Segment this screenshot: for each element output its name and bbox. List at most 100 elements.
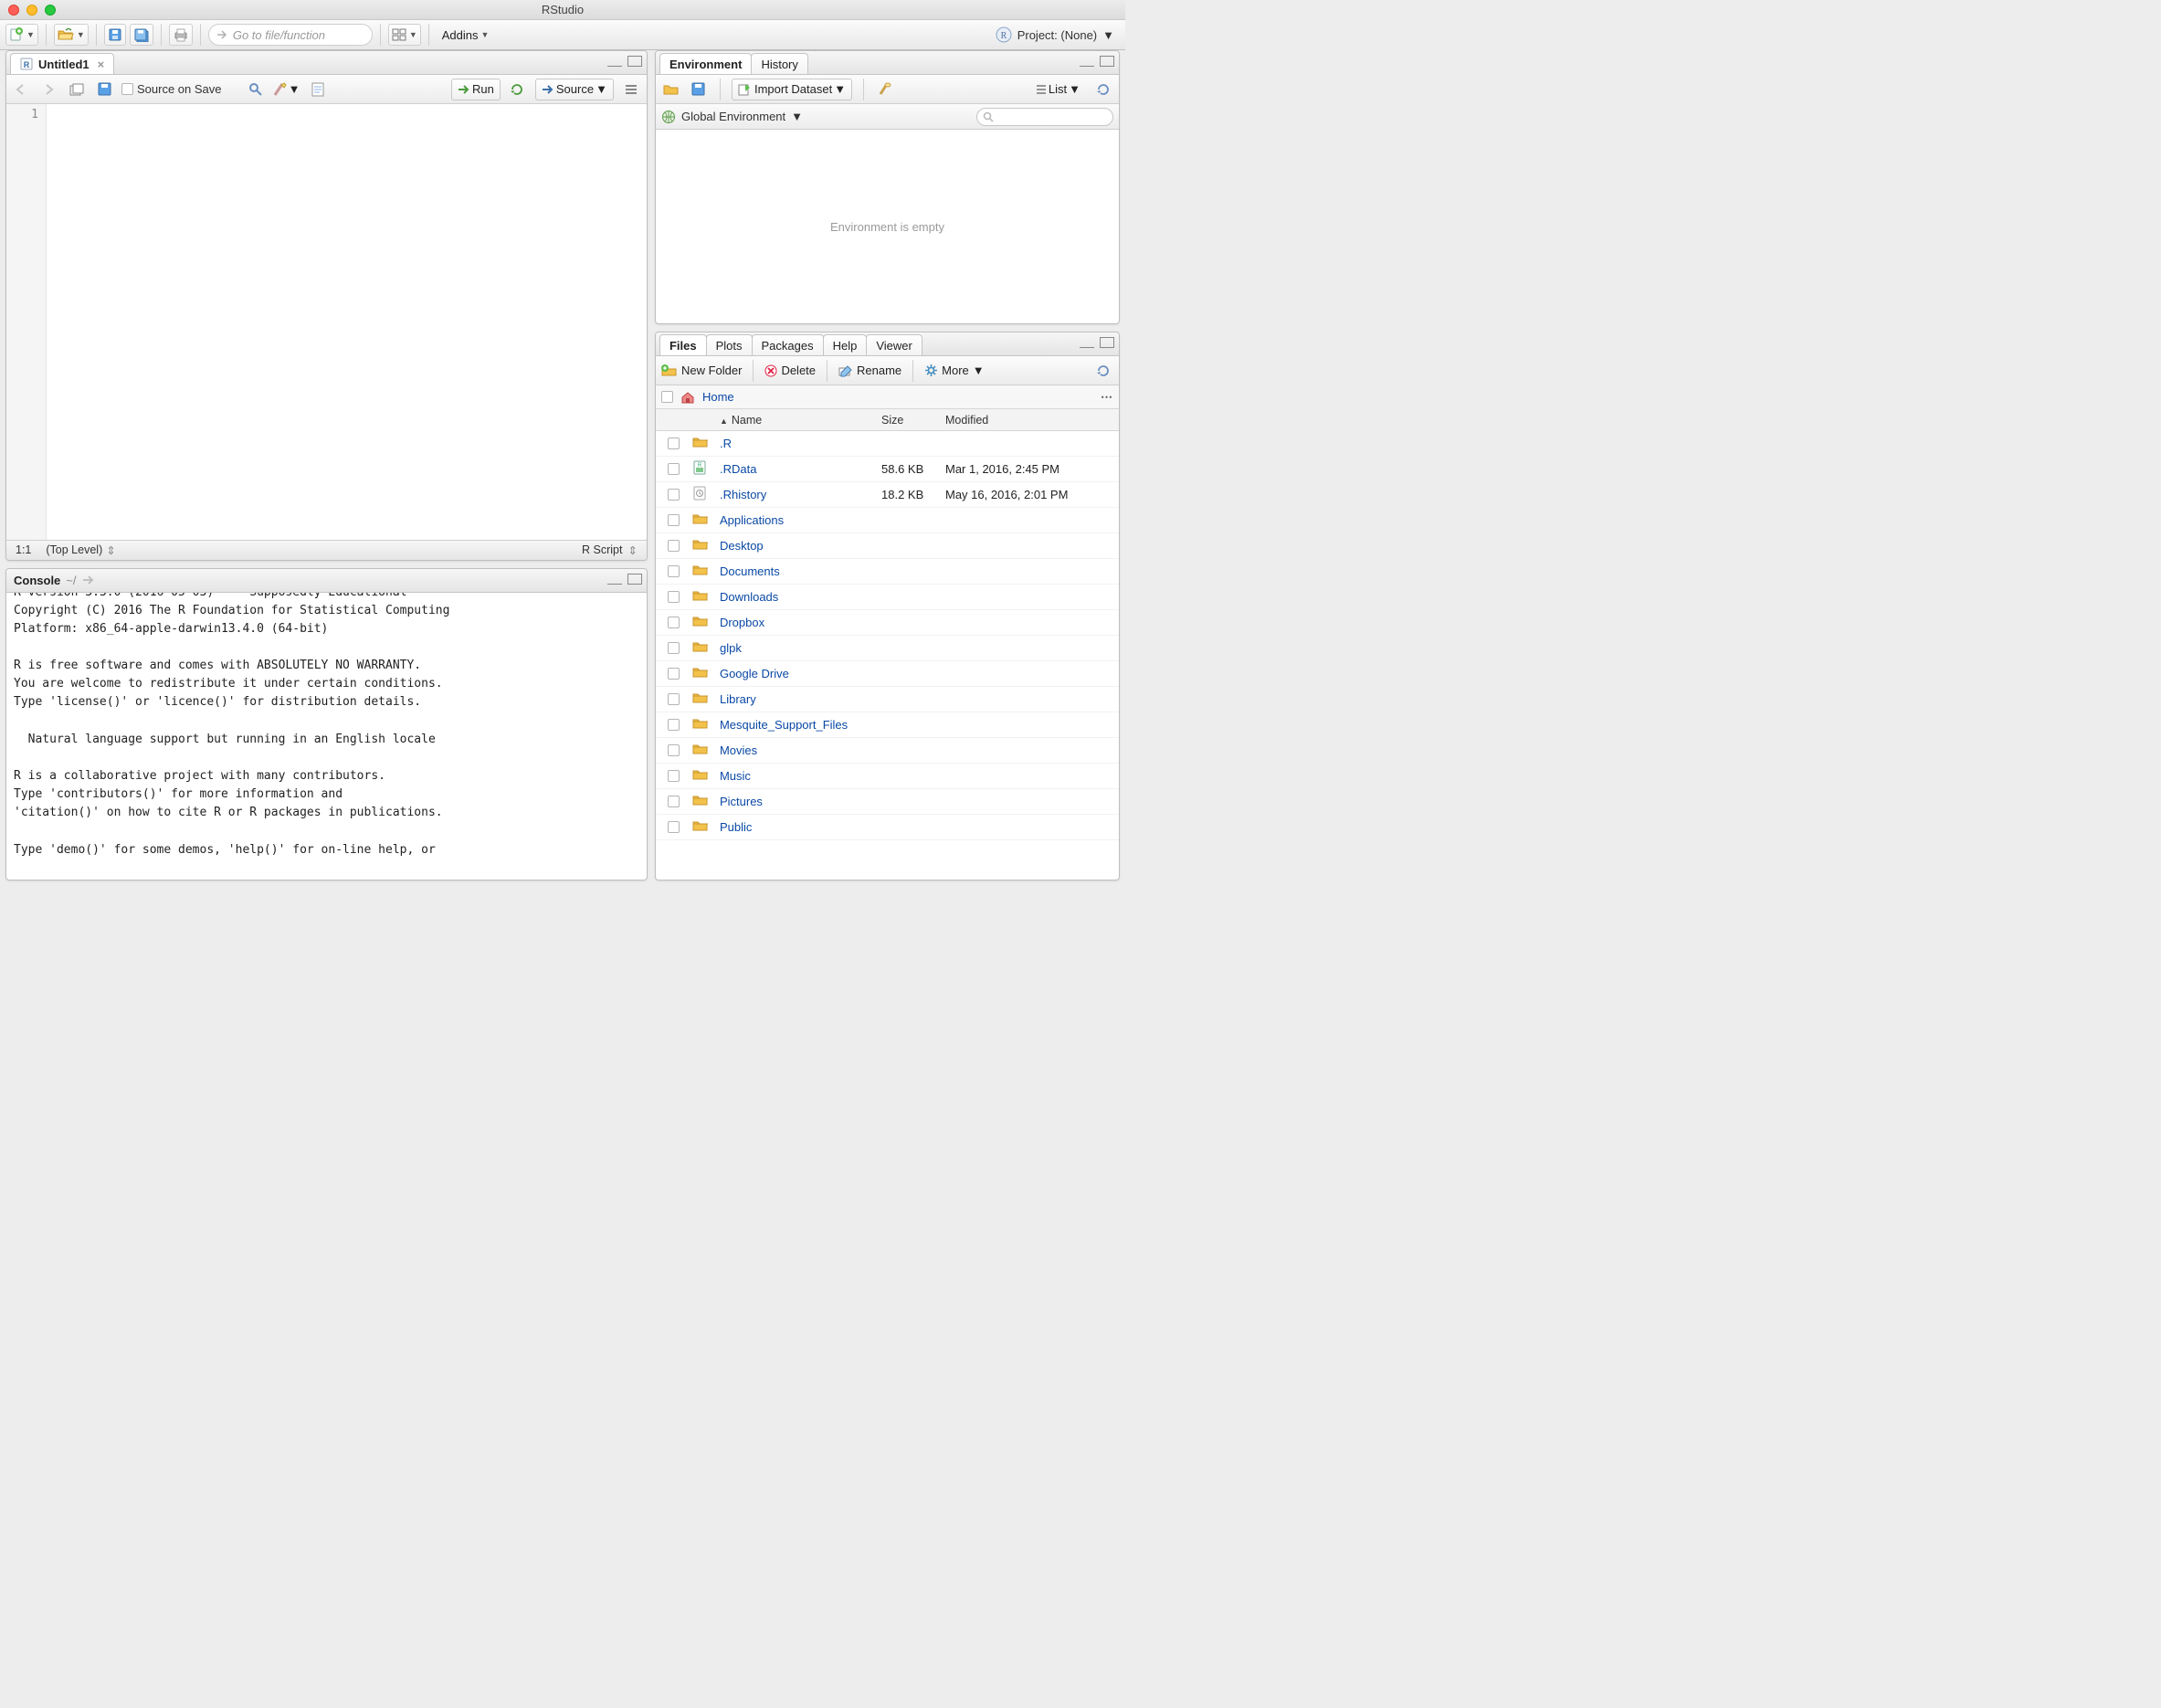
- find-replace-icon[interactable]: [246, 79, 266, 100]
- maximize-pane-icon[interactable]: [1100, 56, 1114, 67]
- rename-button[interactable]: Rename: [838, 364, 901, 377]
- file-name-link[interactable]: Mesquite_Support_Files: [720, 718, 848, 732]
- file-row[interactable]: Desktop: [656, 533, 1119, 559]
- goto-file-function-input[interactable]: Go to file/function: [208, 24, 373, 46]
- file-row[interactable]: Google Drive: [656, 661, 1119, 687]
- minimize-pane-icon[interactable]: [1080, 337, 1094, 348]
- file-row[interactable]: Pictures: [656, 789, 1119, 815]
- column-name[interactable]: ▲Name: [718, 414, 881, 427]
- column-modified[interactable]: Modified: [945, 414, 1119, 427]
- file-name-link[interactable]: Downloads: [720, 590, 778, 604]
- file-name-link[interactable]: Documents: [720, 564, 780, 578]
- scope-selector[interactable]: (Top Level)⇕: [46, 543, 115, 557]
- file-name-link[interactable]: Google Drive: [720, 667, 789, 680]
- row-checkbox[interactable]: [668, 693, 680, 705]
- file-row[interactable]: Documents: [656, 559, 1119, 585]
- row-checkbox[interactable]: [668, 719, 680, 731]
- file-row[interactable]: Movies: [656, 738, 1119, 764]
- nav-forward-icon[interactable]: [39, 79, 59, 100]
- tab-help[interactable]: Help: [823, 334, 868, 355]
- more-menu[interactable]: More▼: [924, 364, 985, 377]
- row-checkbox[interactable]: [668, 540, 680, 552]
- run-button[interactable]: Run: [451, 79, 501, 100]
- refresh-icon[interactable]: [1093, 79, 1113, 100]
- file-row[interactable]: glpk: [656, 636, 1119, 661]
- print-button[interactable]: [169, 24, 193, 46]
- tab-viewer[interactable]: Viewer: [866, 334, 922, 355]
- row-checkbox[interactable]: [668, 489, 680, 501]
- cursor-position[interactable]: 1:1: [16, 543, 31, 556]
- env-search-input[interactable]: [976, 108, 1113, 126]
- addins-menu[interactable]: Addins ▼: [437, 24, 495, 46]
- nav-back-icon[interactable]: [12, 79, 32, 100]
- minimize-pane-icon[interactable]: [607, 574, 622, 585]
- column-size[interactable]: Size: [881, 414, 945, 427]
- source-tab-untitled1[interactable]: R Untitled1 ×: [10, 53, 114, 74]
- file-name-link[interactable]: .R: [720, 437, 732, 450]
- file-name-link[interactable]: Library: [720, 692, 756, 706]
- minimize-pane-icon[interactable]: [607, 56, 622, 67]
- row-checkbox[interactable]: [668, 438, 680, 449]
- editor-code[interactable]: [47, 104, 647, 540]
- breadcrumb-home[interactable]: Home: [702, 390, 734, 404]
- save-source-icon[interactable]: [94, 79, 114, 100]
- maximize-pane-icon[interactable]: [1100, 337, 1114, 348]
- delete-button[interactable]: Delete: [764, 364, 816, 377]
- row-checkbox[interactable]: [668, 591, 680, 603]
- row-checkbox[interactable]: [668, 821, 680, 833]
- maximize-pane-icon[interactable]: [627, 574, 642, 585]
- import-dataset-button[interactable]: Import Dataset▼: [732, 79, 852, 100]
- file-name-link[interactable]: glpk: [720, 641, 742, 655]
- file-name-link[interactable]: Movies: [720, 743, 757, 757]
- maximize-pane-icon[interactable]: [627, 56, 642, 67]
- file-row[interactable]: R.RData58.6 KBMar 1, 2016, 2:45 PM: [656, 457, 1119, 482]
- file-name-link[interactable]: .RData: [720, 462, 756, 476]
- file-row[interactable]: Library: [656, 687, 1119, 712]
- file-row[interactable]: Dropbox: [656, 610, 1119, 636]
- source-button[interactable]: Source ▼: [535, 79, 614, 100]
- tab-plots[interactable]: Plots: [706, 334, 753, 355]
- open-file-button[interactable]: ▼: [54, 24, 89, 46]
- tab-environment[interactable]: Environment: [659, 53, 752, 74]
- file-name-link[interactable]: Public: [720, 820, 752, 834]
- row-checkbox[interactable]: [668, 796, 680, 807]
- project-selector[interactable]: R Project: (None) ▼: [990, 26, 1120, 43]
- file-name-link[interactable]: Desktop: [720, 539, 764, 553]
- row-checkbox[interactable]: [668, 744, 680, 756]
- refresh-files-icon[interactable]: [1093, 361, 1113, 381]
- editor-area[interactable]: 1: [6, 104, 647, 540]
- path-options-icon[interactable]: ⋯: [1101, 390, 1113, 405]
- new-file-button[interactable]: ▼: [5, 24, 38, 46]
- file-row[interactable]: .Rhistory18.2 KBMay 16, 2016, 2:01 PM: [656, 482, 1119, 508]
- file-row[interactable]: .R: [656, 431, 1119, 457]
- file-row[interactable]: Downloads: [656, 585, 1119, 610]
- row-checkbox[interactable]: [668, 463, 680, 475]
- code-tools-icon[interactable]: ▼: [273, 79, 300, 100]
- row-checkbox[interactable]: [668, 514, 680, 526]
- env-view-mode[interactable]: List▼: [1030, 79, 1086, 100]
- row-checkbox[interactable]: [668, 642, 680, 654]
- file-name-link[interactable]: Pictures: [720, 795, 763, 808]
- file-row[interactable]: Music: [656, 764, 1119, 789]
- save-all-button[interactable]: [130, 24, 153, 46]
- tab-history[interactable]: History: [751, 53, 807, 74]
- env-scope-selector[interactable]: Global Environment▼: [661, 110, 803, 124]
- row-checkbox[interactable]: [668, 668, 680, 680]
- file-row[interactable]: Applications: [656, 508, 1119, 533]
- file-name-link[interactable]: Applications: [720, 513, 784, 527]
- language-selector[interactable]: R Script: [582, 543, 622, 556]
- new-folder-button[interactable]: New Folder: [661, 364, 742, 377]
- file-row[interactable]: Public: [656, 815, 1119, 840]
- workspace-panes-button[interactable]: ▼: [388, 24, 421, 46]
- select-all-checkbox[interactable]: [661, 391, 673, 403]
- file-row[interactable]: Mesquite_Support_Files: [656, 712, 1119, 738]
- minimize-pane-icon[interactable]: [1080, 56, 1094, 67]
- load-workspace-icon[interactable]: [661, 79, 681, 100]
- show-in-new-window-icon[interactable]: [67, 79, 87, 100]
- home-icon[interactable]: [680, 391, 695, 404]
- save-workspace-icon[interactable]: [689, 79, 709, 100]
- rerun-icon[interactable]: [508, 79, 528, 100]
- file-name-link[interactable]: Music: [720, 769, 751, 783]
- file-name-link[interactable]: .Rhistory: [720, 488, 766, 501]
- console-popout-icon[interactable]: [82, 575, 95, 585]
